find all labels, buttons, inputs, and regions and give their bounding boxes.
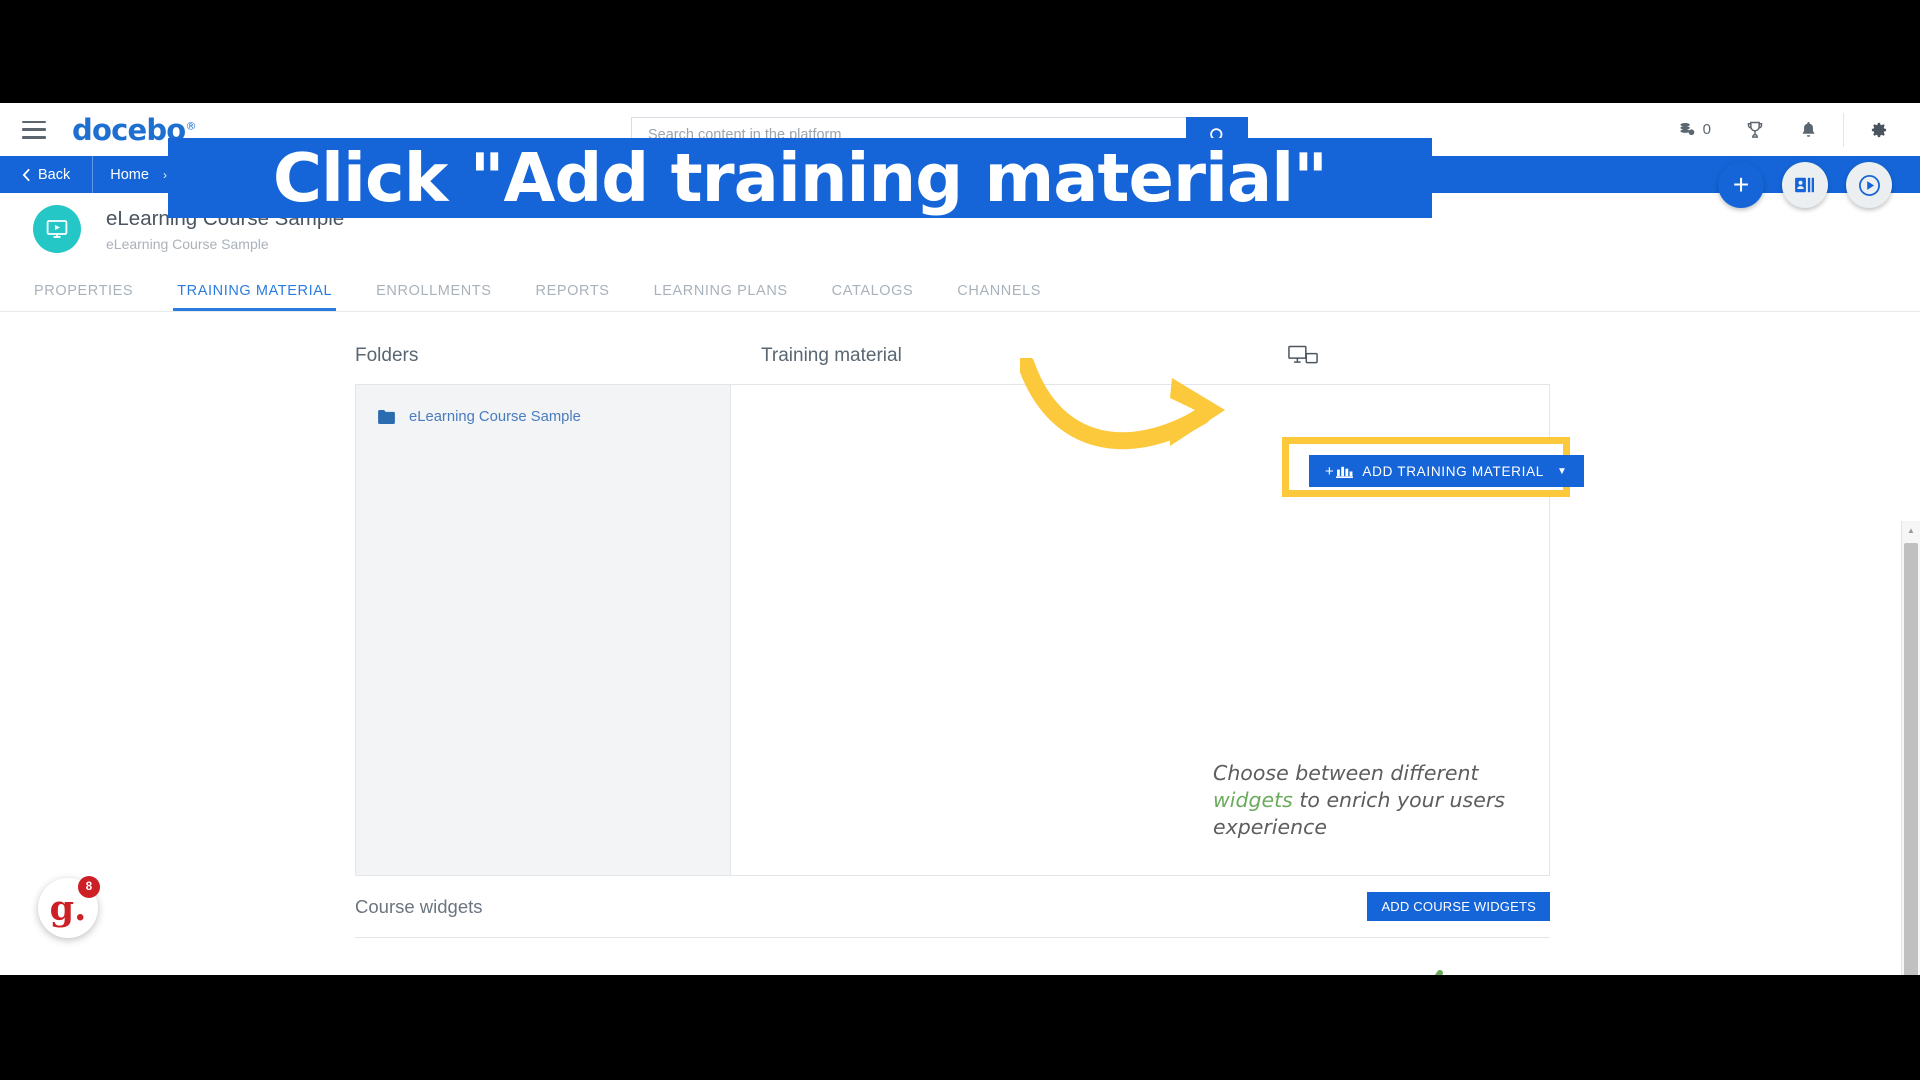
- plus-stack-icon: +: [1325, 464, 1354, 479]
- course-tabs: PROPERTIES TRAINING MATERIAL ENROLLMENTS…: [0, 265, 1920, 312]
- play-circle-icon: [1858, 174, 1880, 196]
- pointer-arrow-icon: [1020, 358, 1225, 450]
- hamburger-icon[interactable]: [22, 120, 46, 139]
- chevron-left-icon: [22, 168, 30, 181]
- instruction-banner: Click "Add training material": [168, 138, 1432, 218]
- course-subtitle: eLearning Course Sample: [106, 235, 269, 252]
- back-button[interactable]: Back: [0, 156, 92, 193]
- screen: docebo® Search content in the platform 0…: [0, 0, 1920, 1080]
- desktop-devices-icon[interactable]: [1288, 345, 1319, 367]
- add-fab[interactable]: +: [1718, 162, 1764, 208]
- play-fab[interactable]: [1846, 162, 1892, 208]
- tab-learning-plans[interactable]: LEARNING PLANS: [632, 283, 810, 311]
- add-course-widgets-button[interactable]: ADD COURSE WIDGETS: [1367, 892, 1550, 921]
- breadcrumb-home-label: Home: [110, 166, 149, 183]
- scrollbar-thumb[interactable]: [1904, 543, 1918, 975]
- guide-badge-letter: g.: [49, 887, 87, 929]
- browser-viewport: docebo® Search content in the platform 0…: [0, 103, 1920, 975]
- scroll-up-icon[interactable]: ▲: [1902, 521, 1920, 540]
- page-scrollbar[interactable]: ▲ ▼: [1901, 521, 1920, 975]
- trophy-icon[interactable]: [1745, 120, 1765, 140]
- note-line-3: experience: [1213, 814, 1327, 839]
- tab-properties[interactable]: PROPERTIES: [12, 283, 155, 311]
- gear-icon[interactable]: [1869, 120, 1889, 140]
- floating-action-buttons: +: [1718, 156, 1892, 214]
- instruction-banner-text: Click "Add training material": [272, 139, 1328, 217]
- bell-icon[interactable]: [1799, 120, 1818, 139]
- card-header-actions: ADD TRAINING MATERIAL: [1288, 340, 1550, 372]
- add-training-material-button[interactable]: + ADD TRAINING MATERIAL ▼: [1309, 455, 1584, 487]
- training-material-card: Folders Training material eLearning Cour…: [355, 327, 1550, 938]
- tab-catalogs[interactable]: CATALOGS: [810, 283, 936, 311]
- chevron-right-icon: ›: [162, 167, 167, 182]
- header-divider: [1843, 112, 1844, 147]
- card-header: Folders Training material: [355, 327, 1550, 384]
- widgets-hint-note: Choose between different widgets to enri…: [1213, 760, 1543, 841]
- training-material-heading: Training material: [761, 344, 902, 366]
- header-icon-group: 0: [1661, 103, 1906, 156]
- note-line-1: Choose between different: [1213, 760, 1479, 785]
- green-check-arrow-icon: [1435, 970, 1443, 975]
- course-video-icon: [33, 205, 81, 253]
- registered-mark-icon: ®: [185, 118, 196, 132]
- tab-channels[interactable]: CHANNELS: [935, 283, 1063, 311]
- coins-count: 0: [1702, 121, 1711, 138]
- list-item[interactable]: eLearning Course Sample: [356, 403, 730, 431]
- tab-enrollments[interactable]: ENROLLMENTS: [354, 283, 513, 311]
- folder-icon: [378, 410, 395, 424]
- chevron-down-icon: ▼: [1557, 465, 1568, 477]
- note-line-2: to enrich your users: [1292, 787, 1505, 812]
- id-card-icon: [1795, 177, 1814, 193]
- course-widgets-label: Course widgets: [355, 895, 483, 917]
- folders-heading: Folders: [355, 344, 419, 366]
- note-highlight: widgets: [1213, 787, 1293, 812]
- content-body: Folders Training material eLearning Cour…: [0, 312, 1920, 975]
- user-list-fab[interactable]: [1782, 162, 1828, 208]
- add-training-material-label: ADD TRAINING MATERIAL: [1362, 463, 1545, 479]
- back-label: Back: [38, 166, 71, 183]
- course-widgets-row: Course widgets ADD COURSE WIDGETS: [355, 876, 1550, 938]
- folders-panel: eLearning Course Sample: [356, 385, 731, 875]
- coins-icon[interactable]: 0: [1678, 120, 1711, 139]
- tab-reports[interactable]: REPORTS: [514, 283, 632, 311]
- guide-badge[interactable]: g. 8: [38, 876, 100, 938]
- guide-badge-count: 8: [78, 876, 100, 898]
- tab-training-material[interactable]: TRAINING MATERIAL: [155, 283, 354, 311]
- folder-label: eLearning Course Sample: [409, 409, 581, 425]
